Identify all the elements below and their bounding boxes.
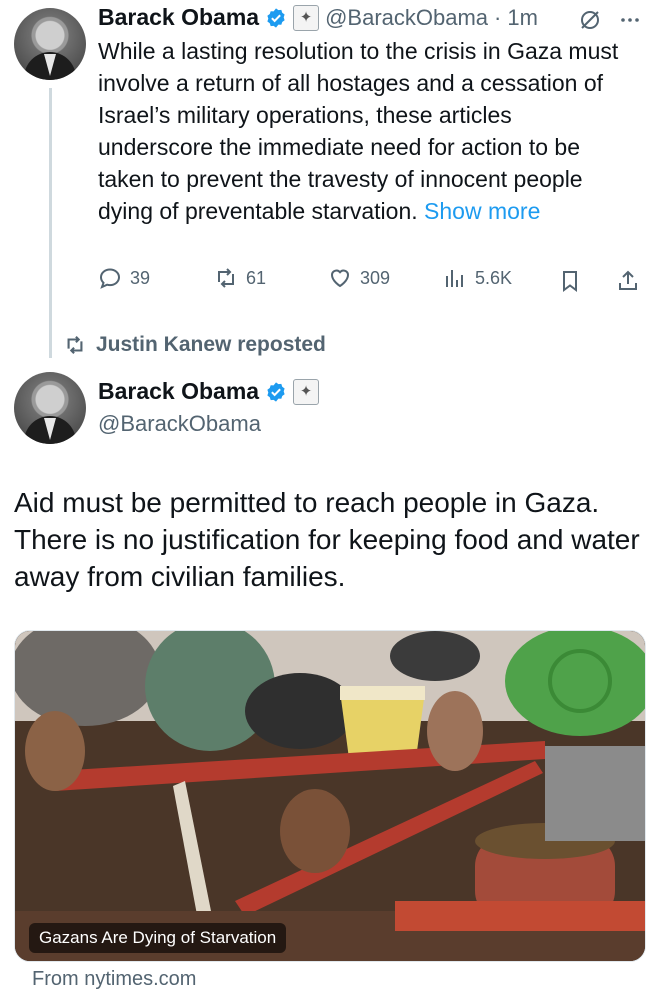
show-more-link[interactable]: Show more <box>424 198 540 224</box>
grok-icon[interactable] <box>578 8 602 32</box>
author-name[interactable]: Barack Obama <box>98 378 259 405</box>
separator-dot: · <box>494 4 502 30</box>
media-image[interactable]: Gazans Are Dying of Starvation <box>14 630 646 962</box>
reply-icon <box>99 268 121 289</box>
author-handle[interactable]: @BarackObama <box>325 5 488 31</box>
main-tweet-text: Aid must be permitted to reach people in… <box>14 487 640 592</box>
verified-badge-icon <box>267 381 285 402</box>
government-seal-icon: ✦ <box>293 378 320 405</box>
verified-badge-icon <box>267 7 285 28</box>
news-photo <box>15 631 645 961</box>
author-name[interactable]: Barack Obama <box>98 4 259 31</box>
repost-icon <box>218 268 234 288</box>
author-handle[interactable]: @BarackObama <box>98 411 319 437</box>
bookmark-icon[interactable] <box>558 269 582 293</box>
media-caption: Gazans Are Dying of Starvation <box>29 923 287 953</box>
heart-icon <box>330 269 350 288</box>
repost-banner: Justin Kanew reposted <box>64 333 326 357</box>
views-count: 5.6K <box>475 267 513 288</box>
thread-line <box>49 88 52 358</box>
repost-button[interactable]: 61 <box>214 266 266 290</box>
more-options-icon[interactable] <box>618 8 642 32</box>
like-count: 309 <box>360 267 391 288</box>
main-tweet-header: Barack Obama ✦ @BarackObama <box>98 378 320 437</box>
views-icon <box>446 270 463 287</box>
government-seal-icon: ✦ <box>293 4 320 31</box>
avatar[interactable] <box>14 372 86 444</box>
like-button[interactable]: 309 <box>328 266 390 290</box>
reply-button[interactable]: 39 <box>98 266 150 290</box>
action-bar: 39 61 309 5.6K <box>98 266 643 296</box>
timestamp[interactable]: 1m <box>507 5 538 31</box>
reply-count: 39 <box>130 267 151 288</box>
views-button[interactable]: 5.6K <box>443 266 512 290</box>
repost-icon <box>67 336 83 354</box>
repost-count: 61 <box>246 267 267 288</box>
repost-label[interactable]: Justin Kanew reposted <box>96 333 326 357</box>
tweet-body: While a lasting resolution to the crisis… <box>98 35 628 227</box>
avatar[interactable] <box>14 8 86 80</box>
link-source[interactable]: From nytimes.com <box>32 968 196 991</box>
tweet-text: While a lasting resolution to the crisis… <box>98 38 619 224</box>
tweet-header: Barack Obama ✦ @BarackObama · 1m <box>98 4 538 31</box>
share-icon[interactable] <box>616 269 640 293</box>
